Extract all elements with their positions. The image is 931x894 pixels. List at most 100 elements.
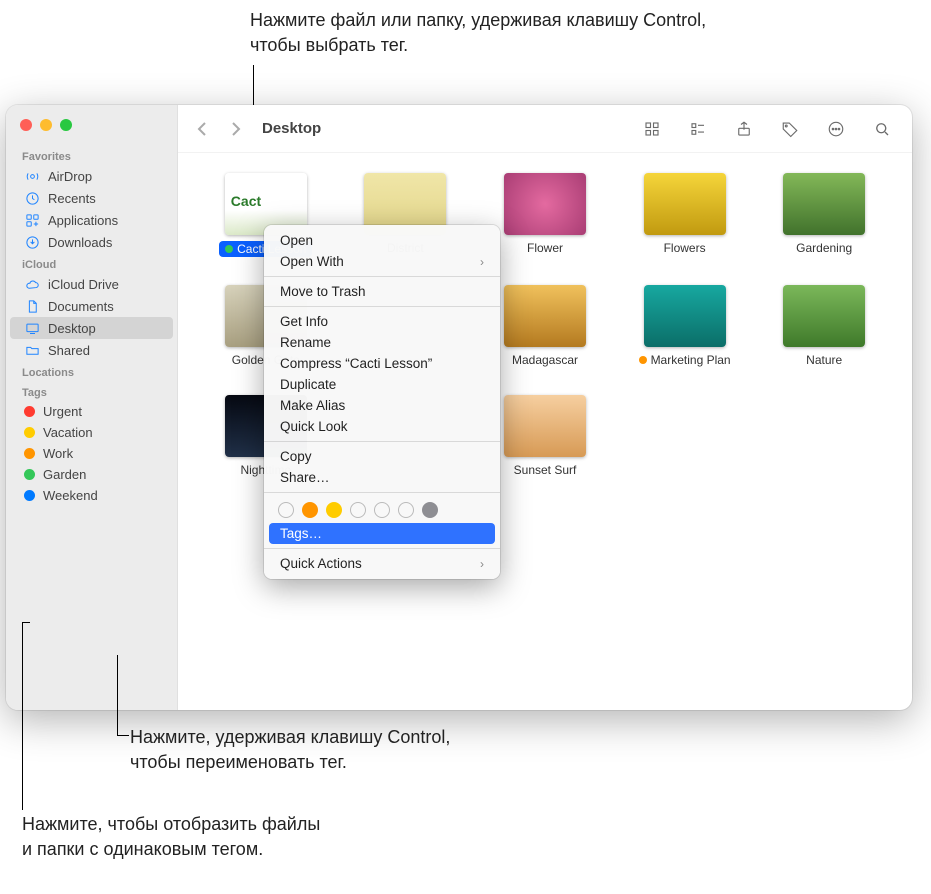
sidebar-tag-garden[interactable]: Garden [10,464,173,485]
thumbnail [783,173,865,235]
sidebar-label: Downloads [48,235,112,250]
applications-icon [24,212,40,228]
context-menu: Open Open With› Move to Trash Get Info R… [264,225,500,579]
sidebar-heading-tags: Tags [6,381,177,401]
callout-top-text: Нажмите файл или папку, удерживая клавиш… [250,10,706,55]
callout-bottom: Нажмите, чтобы отобразить файлы и папки … [22,812,320,862]
file-item[interactable]: Nature [766,285,882,367]
file-item[interactable]: Flower [487,173,603,257]
sidebar-item-applications[interactable]: Applications [10,209,173,231]
menu-trash[interactable]: Move to Trash [264,281,500,302]
callout-line [22,622,23,810]
sidebar-heading-icloud: iCloud [6,253,177,273]
group-button[interactable] [680,116,716,142]
menu-get-info[interactable]: Get Info [264,311,500,332]
menu-open-with[interactable]: Open With› [264,251,500,272]
back-button[interactable] [190,117,214,141]
sidebar-item-icloud-drive[interactable]: iCloud Drive [10,273,173,295]
sidebar-label: Documents [48,299,114,314]
menu-share[interactable]: Share… [264,467,500,488]
separator [264,548,500,549]
menu-quick-actions[interactable]: Quick Actions› [264,553,500,574]
tag-dot-icon [24,469,35,480]
file-item[interactable]: Madagascar [487,285,603,367]
sidebar-label: Shared [48,343,90,358]
downloads-icon [24,234,40,250]
sidebar-label: Desktop [48,321,96,336]
file-item[interactable]: Flowers [627,173,743,257]
search-button[interactable] [864,116,900,142]
sidebar-label: Recents [48,191,96,206]
callout-line [117,655,118,735]
menu-compress[interactable]: Compress “Cacti Lesson” [264,353,500,374]
tag-swatch[interactable] [350,502,366,518]
file-label: Nature [806,353,842,367]
sidebar-item-recents[interactable]: Recents [10,187,173,209]
file-label: Madagascar [512,353,578,367]
tag-swatch[interactable] [374,502,390,518]
callout-line [22,622,30,623]
sidebar-tag-weekend[interactable]: Weekend [10,485,173,506]
chevron-right-icon: › [480,557,484,571]
tag-swatch-orange[interactable] [302,502,318,518]
menu-quick-look[interactable]: Quick Look [264,416,500,437]
document-icon [24,298,40,314]
callout-line [117,735,129,736]
sidebar-item-downloads[interactable]: Downloads [10,231,173,253]
sidebar-tag-urgent[interactable]: Urgent [10,401,173,422]
file-label: Flowers [664,241,706,255]
more-button[interactable] [818,116,854,142]
tag-dot-icon [24,490,35,501]
tag-dot-icon [24,406,35,417]
tag-label: Urgent [43,404,82,419]
close-icon[interactable] [20,119,32,131]
menu-duplicate[interactable]: Duplicate [264,374,500,395]
sidebar-item-documents[interactable]: Documents [10,295,173,317]
callout-text: Нажмите, удерживая клавишу Control, [130,727,450,747]
thumbnail [504,173,586,235]
menu-copy[interactable]: Copy [264,446,500,467]
thumbnail [644,173,726,235]
zoom-icon[interactable] [60,119,72,131]
sidebar-label: Applications [48,213,118,228]
clock-icon [24,190,40,206]
file-label: Sunset Surf [514,463,577,477]
file-label: Marketing Plan [639,353,731,367]
tag-swatch-yellow[interactable] [326,502,342,518]
view-button[interactable] [634,116,670,142]
desktop-icon [24,320,40,336]
cloud-icon [24,276,40,292]
menu-tag-row [264,497,500,523]
tag-dot-icon [24,427,35,438]
menu-make-alias[interactable]: Make Alias [264,395,500,416]
menu-rename[interactable]: Rename [264,332,500,353]
separator [264,441,500,442]
file-item[interactable]: Sunset Surf [487,395,603,477]
thumbnail [644,285,726,347]
tag-dot-icon [24,448,35,459]
sidebar-item-airdrop[interactable]: AirDrop [10,165,173,187]
sidebar-label: AirDrop [48,169,92,184]
sidebar-heading-favorites: Favorites [6,145,177,165]
tag-button[interactable] [772,116,808,142]
menu-open[interactable]: Open [264,230,500,251]
minimize-icon[interactable] [40,119,52,131]
sidebar-label: iCloud Drive [48,277,119,292]
sidebar-item-shared[interactable]: Shared [10,339,173,361]
callout-text: Нажмите, чтобы отобразить файлы [22,814,320,834]
thumbnail [783,285,865,347]
tag-swatch-gray[interactable] [422,502,438,518]
file-item[interactable]: Gardening [766,173,882,257]
menu-tags[interactable]: Tags… [269,523,495,544]
file-label: Gardening [796,241,852,255]
sidebar-tag-vacation[interactable]: Vacation [10,422,173,443]
share-button[interactable] [726,116,762,142]
tag-swatch-none[interactable] [278,502,294,518]
file-item[interactable]: Marketing Plan [627,285,743,367]
callout-mid: Нажмите, удерживая клавишу Control, чтоб… [130,725,450,775]
sidebar-tag-work[interactable]: Work [10,443,173,464]
tag-swatch[interactable] [398,502,414,518]
forward-button[interactable] [224,117,248,141]
separator [264,306,500,307]
sidebar-item-desktop[interactable]: Desktop [10,317,173,339]
